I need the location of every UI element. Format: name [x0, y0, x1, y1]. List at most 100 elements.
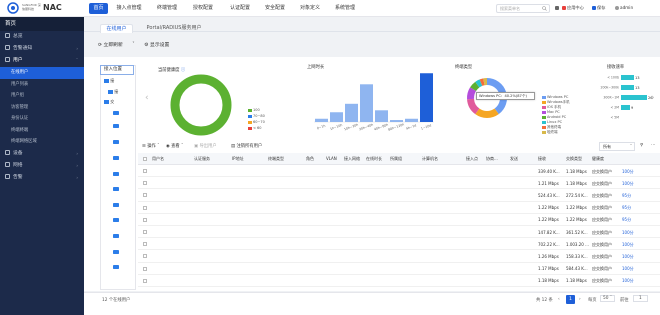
more-icon[interactable]: ⋯ [651, 143, 655, 148]
page-number-current[interactable]: 1 [566, 295, 575, 304]
column-header[interactable]: 接入网络 [344, 156, 360, 162]
table-row[interactable]: 147.82 K... 361.52 K... 应交换用户 100分 [138, 226, 660, 239]
select-all-checkbox[interactable] [143, 157, 147, 161]
tree-node[interactable]: 交 [104, 99, 114, 105]
nav-tab-system[interactable]: 系统管理 [330, 3, 360, 14]
bar[interactable] [330, 112, 343, 122]
sidebar-sub-identity[interactable]: 身份认证 [0, 113, 84, 125]
table-row[interactable]: 339.40 K... 1.18 Mbps 应交换用户 100分 [138, 165, 660, 178]
display-settings-button[interactable]: ⚙ 显示设置 [144, 43, 177, 48]
refresh-button[interactable]: ⟳ 立即刷新 ˇ [98, 43, 135, 48]
folder-icon[interactable] [113, 187, 119, 191]
goto-page-input[interactable]: 1 [633, 295, 648, 302]
tab-online-users[interactable]: 在线用户 [100, 24, 133, 33]
column-header[interactable]: 交换类型 [566, 156, 582, 162]
column-header[interactable]: 协商... [486, 156, 498, 162]
row-checkbox[interactable] [143, 181, 147, 186]
folder-icon[interactable] [113, 111, 119, 115]
bar[interactable] [420, 73, 433, 122]
table-row[interactable]: 1.22 Mbps 1.22 Mbps 应交换用户 95分 [138, 202, 660, 214]
folder-icon[interactable] [113, 203, 119, 207]
operations-button[interactable]: ☰ 操作 ˇ [142, 143, 159, 149]
cell-health[interactable]: 100分 [622, 230, 634, 236]
bar[interactable] [621, 95, 647, 100]
nav-tab-objects[interactable]: 对象定义 [295, 3, 325, 14]
tree-header[interactable]: 接入位置 [100, 65, 134, 75]
sidebar-sub-terminal-zone[interactable]: 终端网络区域 [0, 136, 84, 148]
nav-tab-authorization[interactable]: 授权配置 [188, 3, 218, 14]
column-header[interactable]: VLAN [326, 156, 337, 161]
table-row[interactable]: 702.22 K... 1.003.20 ... 应交换用户 100分 [138, 238, 660, 251]
grid-icon[interactable] [555, 5, 560, 10]
bar[interactable] [375, 110, 388, 122]
row-checkbox[interactable] [143, 205, 147, 210]
sidebar-sub-online-users[interactable]: 在线用户 [0, 67, 84, 79]
bar[interactable] [315, 118, 328, 122]
prev-page-button[interactable]: ‹ [558, 297, 560, 302]
bar[interactable] [621, 85, 634, 90]
column-header[interactable]: IP地址 [232, 156, 244, 162]
bar[interactable] [360, 84, 373, 122]
nav-tab-terminal[interactable]: 终端管理 [152, 3, 182, 14]
folder-icon[interactable] [113, 140, 119, 144]
row-checkbox[interactable] [143, 278, 147, 283]
export-users-button[interactable]: ▣ 导出用户 [194, 143, 217, 149]
row-checkbox[interactable] [143, 242, 147, 247]
row-checkbox[interactable] [143, 266, 147, 271]
search-icon[interactable]: ⚲ [640, 143, 643, 148]
bar[interactable] [621, 105, 630, 110]
column-header[interactable]: 计算机名 [422, 156, 438, 162]
bar[interactable] [621, 75, 634, 80]
sidebar-sub-guest[interactable]: 访客管理 [0, 102, 84, 114]
table-row[interactable]: 1.17 Mbps 584.43 K... 应交换用户 100分 [138, 263, 660, 275]
column-header[interactable]: 接收 [538, 156, 546, 162]
chevron-left-icon[interactable]: ‹ [145, 93, 149, 103]
sidebar-item-users[interactable]: 用户 ˇ [0, 55, 84, 67]
row-checkbox[interactable] [143, 193, 147, 198]
filter-select[interactable]: 所有 ˇ [599, 142, 635, 151]
save-button[interactable]: 保存 [592, 5, 605, 11]
folder-icon[interactable] [113, 218, 119, 222]
cell-health[interactable]: 95分 [622, 217, 631, 223]
cell-health[interactable]: 100分 [622, 266, 634, 272]
folder-icon[interactable] [113, 172, 119, 176]
sidebar-item-network[interactable]: 网络 › [0, 160, 84, 172]
column-header[interactable]: 发送 [510, 156, 518, 162]
cell-health[interactable]: 100分 [622, 278, 634, 284]
tree-node[interactable]: 接 [104, 78, 114, 84]
pie-slice[interactable] [475, 108, 499, 118]
app-center-button[interactable]: 应用中心 [562, 5, 584, 11]
column-header[interactable]: 所属组 [390, 156, 402, 162]
sidebar-item-alarm[interactable]: 告警 › [0, 172, 84, 184]
nav-tab-home[interactable]: 首页 [89, 3, 108, 14]
table-row[interactable]: 1.22 Mbps 1.22 Mbps 应交换用户 95分 [138, 214, 660, 226]
bar[interactable] [390, 120, 403, 122]
table-row[interactable]: 1.26 Mbps 158.33 K... 应交换用户 100分 [138, 250, 660, 263]
table-row[interactable]: 1.21 Mbps 1.18 Mbps 应交换用户 100分 [138, 177, 660, 190]
row-checkbox[interactable] [143, 254, 147, 259]
nav-tab-auth-config[interactable]: 认证配置 [225, 3, 255, 14]
column-header[interactable]: 用户名 [152, 156, 164, 162]
cell-health[interactable]: 95分 [622, 205, 631, 211]
cell-health[interactable]: 100分 [622, 254, 634, 260]
tab-portal-radius[interactable]: Portal/RADIUS服务用户 [139, 24, 209, 33]
column-header[interactable]: 接入点 [466, 156, 478, 162]
cell-health[interactable]: 95分 [622, 193, 631, 199]
per-page-select[interactable]: 50 ˇ [600, 295, 615, 302]
logout-all-button[interactable]: ▤ 注销所有用户 [231, 143, 262, 149]
table-row[interactable]: 1.18 Mbps 1.18 Mbps 应交换用户 100分 [138, 275, 660, 287]
row-checkbox[interactable] [143, 217, 147, 222]
column-header[interactable]: 终端类型 [268, 156, 284, 162]
tree-node[interactable]: 接 [108, 89, 118, 95]
sidebar-sub-terminal[interactable]: 终端终端 [0, 125, 84, 137]
folder-icon[interactable] [113, 250, 119, 254]
row-checkbox[interactable] [143, 169, 147, 173]
sidebar-sub-user-list[interactable]: 用户列表 [0, 79, 84, 91]
nav-tab-access-point[interactable]: 接入点管理 [113, 3, 145, 14]
bar[interactable] [405, 118, 418, 122]
column-header[interactable]: 角色 [306, 156, 314, 162]
column-header[interactable]: 健康度 [592, 156, 604, 162]
menu-search-input[interactable]: 搜索菜单名 [496, 4, 550, 13]
sidebar-item-device[interactable]: 设备 › [0, 148, 84, 160]
cell-health[interactable]: 100分 [622, 242, 634, 248]
